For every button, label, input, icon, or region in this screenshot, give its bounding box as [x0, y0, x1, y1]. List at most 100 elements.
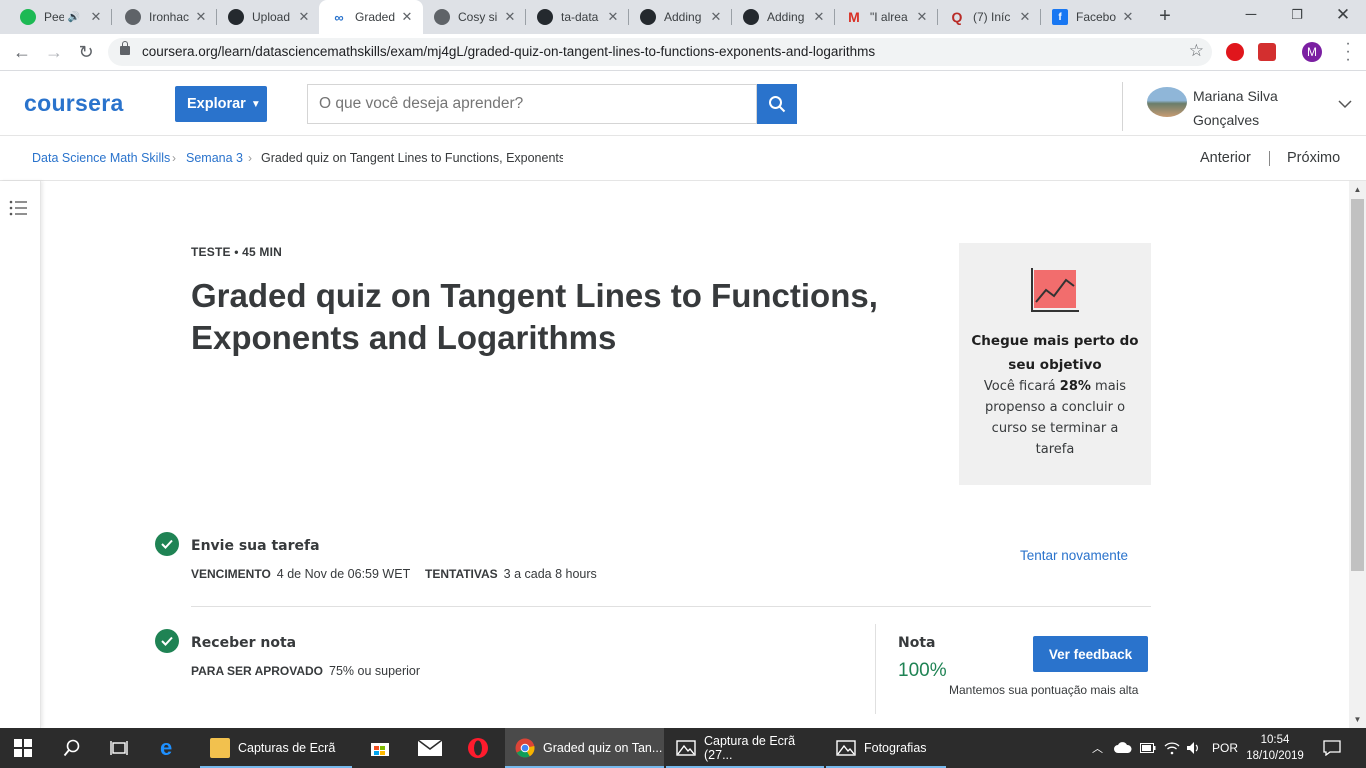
tab-label: Adding [767, 10, 805, 24]
browser-tab[interactable]: ta-data ✕ [525, 0, 629, 34]
browser-tab[interactable]: f Facebo ✕ [1040, 0, 1144, 34]
globe-icon [125, 9, 141, 25]
close-icon[interactable]: ✕ [296, 9, 312, 25]
browser-tab[interactable]: M "I alrea ✕ [834, 0, 938, 34]
submit-step-title: Envie sua tarefa [191, 538, 320, 554]
grade-label: Nota [898, 635, 936, 651]
quora-icon: Q [951, 9, 963, 25]
notifications-icon[interactable] [1323, 728, 1341, 768]
attempts: TENTATIVAS 3 a cada 8 hours [425, 567, 597, 581]
folder-icon [210, 738, 230, 758]
scroll-down-arrow-icon[interactable]: ▼ [1349, 711, 1366, 728]
new-tab-button[interactable]: + [1153, 5, 1177, 29]
browser-tab-active[interactable]: ∞ Graded ✕ [319, 0, 423, 34]
user-name[interactable]: Mariana Silva Gonçalves [1193, 84, 1313, 132]
browser-tab[interactable]: Cosy si ✕ [422, 0, 526, 34]
highest-score-note: Mantemos sua pontuação mais alta [949, 683, 1139, 697]
taskbar-app-label: Graded quiz on Tan... [543, 741, 663, 755]
browser-tab-strip: Pee 🔊 ✕ Ironhac ✕ Upload ✕ ∞ Graded ✕ Co… [0, 0, 1366, 34]
close-icon[interactable]: ✕ [708, 9, 724, 25]
minimize-button[interactable]: ─ [1228, 0, 1274, 34]
close-icon[interactable]: ✕ [193, 9, 209, 25]
user-avatar[interactable] [1147, 87, 1187, 117]
breadcrumb: Data Science Math Skills › Semana 3 › Gr… [0, 136, 1366, 181]
taskbar-app-photos[interactable]: Fotografias [826, 728, 946, 768]
search-input[interactable] [307, 84, 757, 124]
search-icon [769, 96, 786, 113]
onedrive-icon[interactable] [1114, 728, 1132, 768]
tab-label: Cosy si [458, 10, 498, 24]
mail-icon[interactable] [418, 728, 442, 768]
taskbar-app-file-explorer[interactable]: Capturas de Ecrã [200, 728, 352, 768]
browser-tab[interactable]: Q (7) Iníc ✕ [937, 0, 1041, 34]
back-button[interactable]: ← [8, 38, 36, 66]
taskbar-app-label: Captura de Ecrã (27... [704, 734, 796, 762]
browser-tab[interactable]: Adding ✕ [628, 0, 732, 34]
windows-taskbar: e Capturas de Ecrã Graded quiz on Tan...… [0, 728, 1366, 768]
explore-button[interactable]: Explorar ▼ [175, 86, 267, 122]
due-date: VENCIMENTO 4 de Nov de 06:59 WET [191, 567, 411, 581]
breadcrumb-week[interactable]: Semana 3 [186, 151, 243, 165]
browser-menu-icon[interactable]: · · · [1338, 36, 1358, 68]
search-button[interactable] [757, 84, 797, 124]
search-icon[interactable] [63, 728, 81, 768]
volume-icon[interactable] [1186, 728, 1202, 768]
media-extension-icon[interactable] [1258, 43, 1276, 61]
wifi-icon[interactable] [1164, 728, 1180, 768]
previous-link[interactable]: Anterior [1200, 150, 1251, 166]
close-icon[interactable]: ✕ [88, 9, 104, 25]
chevron-up-icon[interactable]: ︿ [1092, 728, 1103, 768]
site-header: coursera Explorar ▼ Mariana Silva Gonçal… [0, 71, 1366, 136]
taskbar-app-photo-viewer[interactable]: Captura de Ecrã (27... [666, 728, 824, 768]
scroll-up-arrow-icon[interactable]: ▲ [1349, 181, 1366, 198]
edge-icon[interactable]: e [160, 728, 172, 768]
close-window-button[interactable]: ✕ [1320, 0, 1366, 34]
close-icon[interactable]: ✕ [399, 9, 415, 25]
tab-label: ta-data [561, 10, 599, 24]
windows-start-icon[interactable] [14, 728, 32, 768]
address-bar[interactable]: coursera.org/learn/datasciencemathskills… [108, 38, 1212, 66]
facebook-icon: f [1052, 9, 1068, 25]
github-icon [743, 9, 759, 25]
chart-trend-icon [1031, 268, 1079, 312]
chevron-right-icon: › [248, 151, 252, 165]
browser-tab[interactable]: Adding ✕ [731, 0, 835, 34]
scrollbar[interactable]: ▲ ▼ [1349, 181, 1366, 728]
scrollbar-thumb[interactable] [1351, 199, 1364, 571]
view-feedback-button[interactable]: Ver feedback [1033, 636, 1148, 672]
task-view-icon[interactable] [110, 728, 128, 768]
goal-percent: 28% [1059, 379, 1091, 394]
battery-icon[interactable] [1140, 728, 1156, 768]
retry-link[interactable]: Tentar novamente [1020, 548, 1128, 563]
taskbar-app-chrome[interactable]: Graded quiz on Tan... [505, 728, 664, 768]
chevron-down-icon[interactable] [1338, 99, 1352, 109]
github-icon [537, 9, 553, 25]
profile-avatar[interactable]: M [1302, 42, 1322, 62]
close-icon[interactable]: ✕ [502, 9, 518, 25]
list-menu-icon[interactable] [9, 200, 27, 216]
language-indicator[interactable]: POR [1212, 728, 1238, 768]
adblock-extension-icon[interactable] [1226, 43, 1244, 61]
goal-card: Chegue mais perto do seu objetivo Você f… [959, 243, 1151, 485]
next-link[interactable]: Próximo [1287, 150, 1340, 166]
chevron-down-icon: ▼ [250, 98, 261, 110]
reload-button[interactable]: ↻ [72, 38, 100, 66]
speaker-icon: 🔊 [67, 11, 80, 23]
coursera-logo[interactable]: coursera [24, 90, 124, 117]
close-icon[interactable]: ✕ [1120, 9, 1136, 25]
close-icon[interactable]: ✕ [811, 9, 827, 25]
breadcrumb-current: Graded quiz on Tangent Lines to Function… [261, 151, 563, 165]
opera-icon[interactable] [467, 728, 489, 768]
close-icon[interactable]: ✕ [605, 9, 621, 25]
restore-button[interactable]: ❐ [1274, 0, 1320, 34]
breadcrumb-course[interactable]: Data Science Math Skills [32, 151, 170, 165]
system-clock[interactable]: 10:54 18/10/2019 [1245, 732, 1305, 764]
browser-tab[interactable]: Pee 🔊 ✕ [8, 0, 112, 34]
close-icon[interactable]: ✕ [914, 9, 930, 25]
close-icon[interactable]: ✕ [1017, 9, 1033, 25]
browser-tab[interactable]: Ironhac ✕ [113, 0, 217, 34]
store-icon[interactable] [370, 728, 390, 768]
bookmark-star-icon[interactable]: ☆ [1189, 41, 1204, 61]
browser-tab[interactable]: Upload ✕ [216, 0, 320, 34]
forward-button[interactable]: → [40, 38, 68, 66]
